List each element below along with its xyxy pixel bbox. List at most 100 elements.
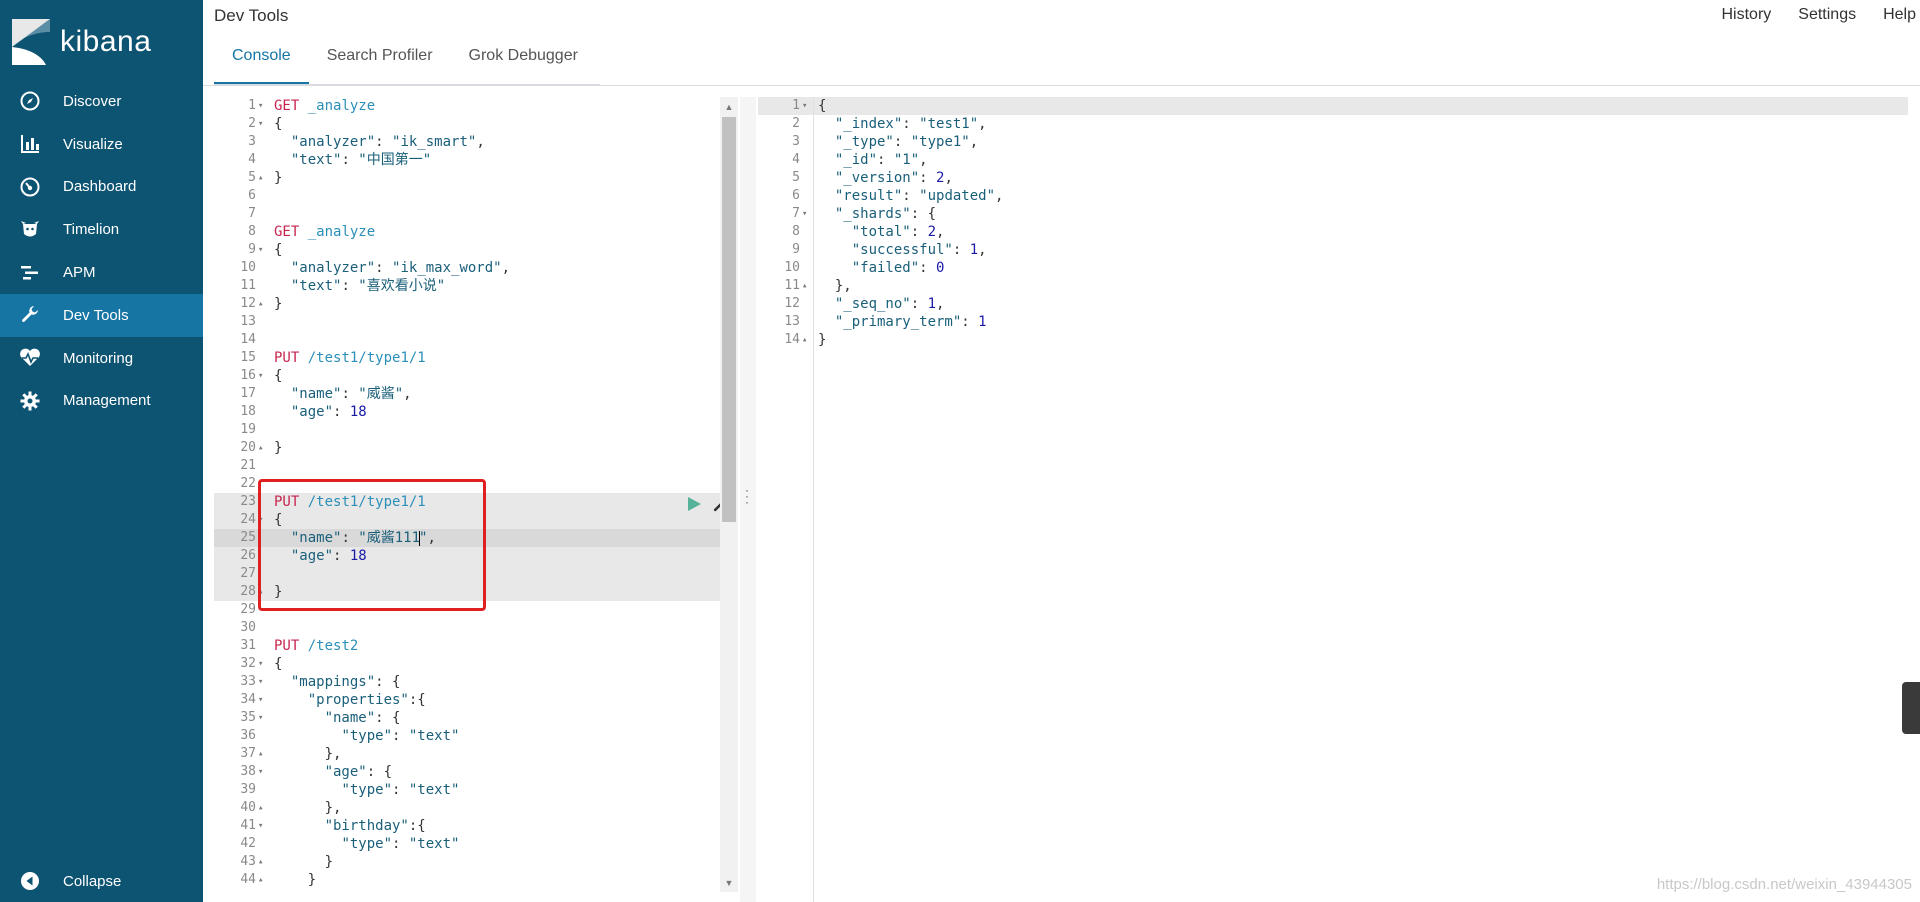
- code-line[interactable]: 33 ▾ "mappings": {: [214, 673, 720, 691]
- code-line[interactable]: 8 "total": 2,: [758, 223, 1920, 241]
- floating-widget[interactable]: [1902, 682, 1920, 734]
- tab-grok-debugger[interactable]: Grok Debugger: [451, 40, 596, 84]
- code-line[interactable]: 1 ▾ {: [758, 97, 1920, 115]
- code-line[interactable]: 19: [214, 421, 720, 439]
- code-line[interactable]: 17 "name": "威酱",: [214, 385, 720, 403]
- code-line[interactable]: 35 ▾ "name": {: [214, 709, 720, 727]
- sidebar-item-dashboard[interactable]: Dashboard: [0, 166, 203, 209]
- fold-toggle-icon[interactable]: ▾: [258, 763, 263, 781]
- code-line[interactable]: 5 "_version": 2,: [758, 169, 1920, 187]
- tab-console[interactable]: Console: [214, 40, 309, 84]
- scrollbar-thumb[interactable]: [722, 117, 736, 522]
- code-line[interactable]: 16 ▾ {: [214, 367, 720, 385]
- fold-toggle-icon[interactable]: ▾: [258, 691, 263, 709]
- fold-toggle-icon[interactable]: ▴: [802, 331, 807, 349]
- code-line[interactable]: 11 ▴ },: [758, 277, 1920, 295]
- code-text: "text": "中国第一": [290, 152, 432, 168]
- code-line[interactable]: 1 ▾ GET _analyze: [214, 97, 720, 115]
- sidebar-item-visualize[interactable]: Visualize: [0, 123, 203, 166]
- sidebar-item-management[interactable]: Management: [0, 380, 203, 423]
- fold-toggle-icon[interactable]: ▴: [258, 439, 263, 457]
- fold-toggle-icon[interactable]: ▾: [258, 115, 263, 133]
- help-link[interactable]: Help: [1883, 6, 1916, 24]
- fold-toggle-icon[interactable]: ▾: [258, 241, 263, 259]
- code-line[interactable]: 37 ▴ },: [214, 745, 720, 763]
- code-line[interactable]: 42 "type": "text": [214, 835, 720, 853]
- fold-toggle-icon[interactable]: ▴: [258, 799, 263, 817]
- fold-toggle-icon[interactable]: ▴: [258, 169, 263, 187]
- code-line[interactable]: 3 "analyzer": "ik_smart",: [214, 133, 720, 151]
- code-line[interactable]: 13: [214, 313, 720, 331]
- code-line[interactable]: 2 "_index": "test1",: [758, 115, 1920, 133]
- line-number: 14: [240, 332, 256, 347]
- fold-toggle-icon[interactable]: ▾: [258, 367, 263, 385]
- code-line[interactable]: 36 "type": "text": [214, 727, 720, 745]
- fold-toggle-icon[interactable]: ▴: [258, 871, 263, 889]
- fold-toggle-icon[interactable]: ▾: [258, 673, 263, 691]
- play-icon: [688, 497, 701, 511]
- fold-toggle-icon[interactable]: ▾: [258, 655, 263, 673]
- code-line[interactable]: 41 ▾ "birthday":{: [214, 817, 720, 835]
- code-line[interactable]: 10 "analyzer": "ik_max_word",: [214, 259, 720, 277]
- kibana-logo[interactable]: kibana: [12, 18, 151, 66]
- scroll-up-icon[interactable]: ▲: [724, 102, 734, 112]
- collapse-button[interactable]: Collapse: [0, 860, 203, 902]
- tab-search-profiler[interactable]: Search Profiler: [309, 40, 451, 84]
- code-line[interactable]: 7 ▾ "_shards": {: [758, 205, 1920, 223]
- code-line[interactable]: 12 "_seq_no": 1,: [758, 295, 1920, 313]
- code-line[interactable]: 39 "type": "text": [214, 781, 720, 799]
- sidebar-item-monitoring[interactable]: Monitoring: [0, 337, 203, 380]
- fold-toggle-icon[interactable]: ▴: [258, 745, 263, 763]
- code-line[interactable]: 43 ▴ }: [214, 853, 720, 871]
- code-line[interactable]: 20 ▴}: [214, 439, 720, 457]
- response-editor[interactable]: 1 ▾{2 "_index": "test1", 3 "_type": "type1…: [758, 97, 1920, 902]
- fold-toggle-icon[interactable]: ▴: [258, 295, 263, 313]
- fold-toggle-icon[interactable]: ▾: [258, 817, 263, 835]
- code-line[interactable]: 18 "age": 18: [214, 403, 720, 421]
- code-line[interactable]: 10 "failed": 0: [758, 259, 1920, 277]
- code-line[interactable]: 44 ▴ }: [214, 871, 720, 889]
- code-line[interactable]: 8 GET _analyze: [214, 223, 720, 241]
- fold-toggle-icon[interactable]: ▾: [258, 709, 263, 727]
- fold-toggle-icon[interactable]: ▾: [258, 97, 263, 115]
- fold-toggle-icon[interactable]: ▴: [802, 277, 807, 295]
- scroll-down-icon[interactable]: ▼: [724, 878, 734, 888]
- run-request-button[interactable]: [686, 496, 702, 512]
- code-line[interactable]: 2 ▾ {: [214, 115, 720, 133]
- code-text: GET _analyze: [274, 224, 376, 240]
- code-line[interactable]: 32 ▾ {: [214, 655, 720, 673]
- fold-toggle-icon[interactable]: ▾: [802, 205, 807, 223]
- code-line[interactable]: 3 "_type": "type1",: [758, 133, 1920, 151]
- code-line[interactable]: 9 "successful": 1,: [758, 241, 1920, 259]
- code-line[interactable]: 6: [214, 187, 720, 205]
- code-line[interactable]: 4 "_id": "1",: [758, 151, 1920, 169]
- history-link[interactable]: History: [1722, 6, 1772, 24]
- code-line[interactable]: 14: [214, 331, 720, 349]
- sidebar-item-discover[interactable]: Discover: [0, 80, 203, 123]
- code-text: "total": 2,: [851, 224, 945, 240]
- code-line[interactable]: 11 "text": "喜欢看小说": [214, 277, 720, 295]
- code-line[interactable]: 9 ▾ {: [214, 241, 720, 259]
- code-line[interactable]: 34 ▾ "properties":{: [214, 691, 720, 709]
- fold-toggle-icon[interactable]: ▾: [802, 97, 807, 115]
- code-line[interactable]: 30: [214, 619, 720, 637]
- code-line[interactable]: 6 "result": "updated",: [758, 187, 1920, 205]
- code-line[interactable]: 13 "_primary_term": 1: [758, 313, 1920, 331]
- resize-handle-icon[interactable]: · · ·: [745, 484, 749, 508]
- sidebar-item-apm[interactable]: APM: [0, 251, 203, 294]
- code-line[interactable]: 4 "text": "中国第一": [214, 151, 720, 169]
- code-line[interactable]: 12 ▴}: [214, 295, 720, 313]
- code-line[interactable]: 7: [214, 205, 720, 223]
- code-line[interactable]: 14 ▴}: [758, 331, 1920, 349]
- code-line[interactable]: 15 PUT /test1/type1/1: [214, 349, 720, 367]
- sidebar-item-dev-tools[interactable]: Dev Tools: [0, 293, 203, 337]
- line-number: 41: [240, 818, 256, 833]
- code-line[interactable]: 31 PUT /test2: [214, 637, 720, 655]
- code-line[interactable]: 5 ▴}: [214, 169, 720, 187]
- code-line[interactable]: 21: [214, 457, 720, 475]
- sidebar-item-timelion[interactable]: Timelion: [0, 208, 203, 251]
- code-line[interactable]: 40 ▴ },: [214, 799, 720, 817]
- code-line[interactable]: 38 ▾ "age": {: [214, 763, 720, 781]
- fold-toggle-icon[interactable]: ▴: [258, 853, 263, 871]
- settings-link[interactable]: Settings: [1798, 6, 1856, 24]
